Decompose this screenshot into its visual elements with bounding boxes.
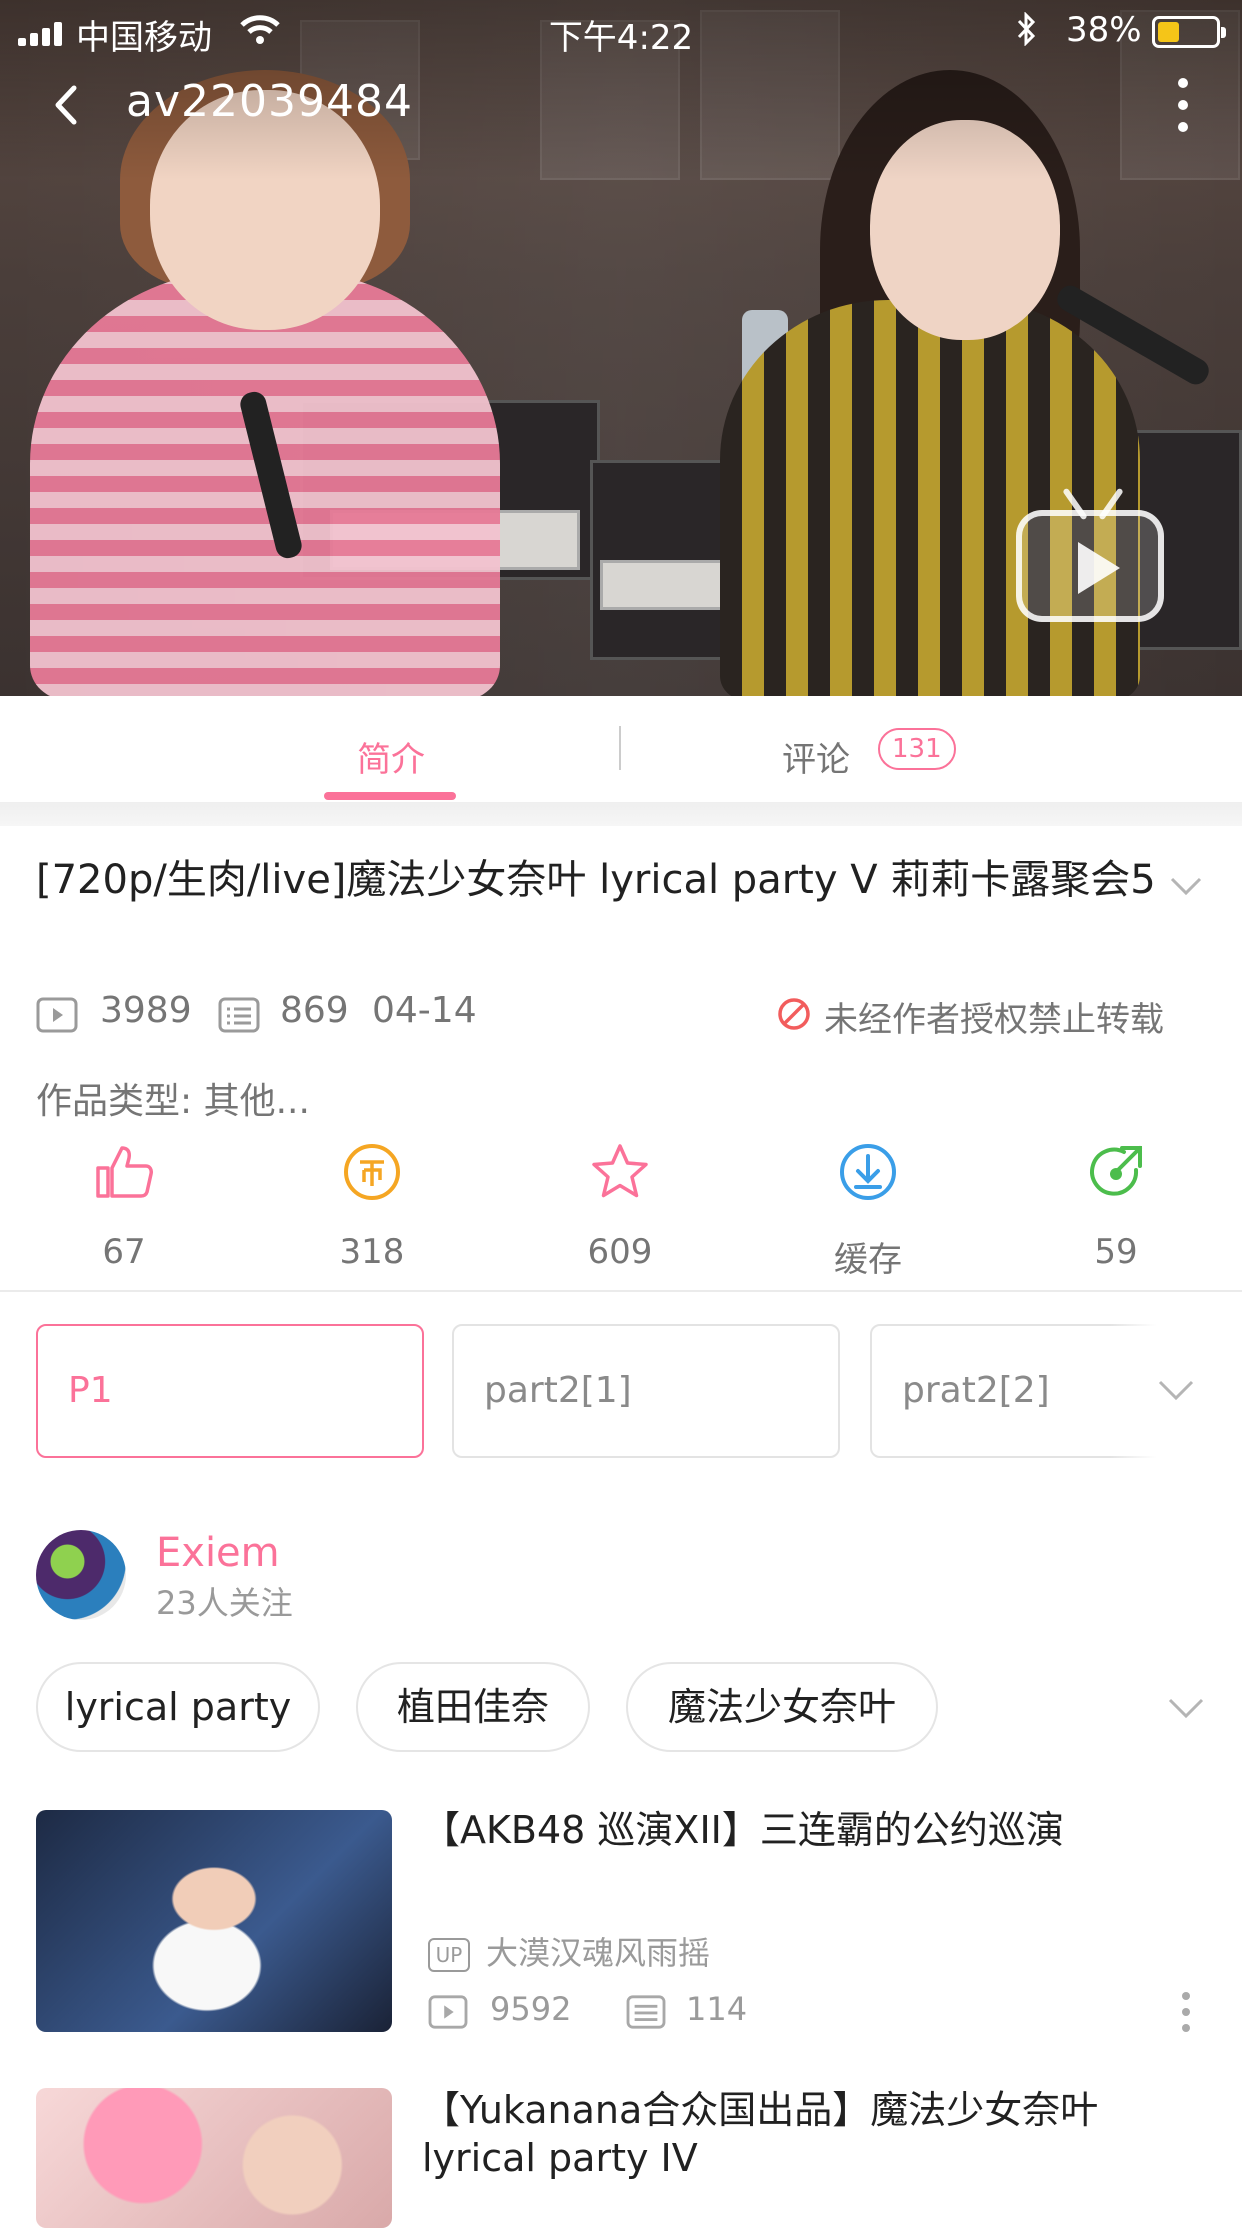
danmaku-icon	[626, 1995, 666, 2029]
performer-right	[720, 300, 1140, 696]
part-item[interactable]: part2[1]	[452, 1324, 840, 1458]
back-arrow-icon	[55, 85, 77, 125]
video-title: [720p/生肉/live]魔法少女奈叶 lyrical party V 莉莉卡…	[36, 857, 1156, 903]
play-button[interactable]	[1016, 510, 1164, 622]
more-dot-icon	[1178, 78, 1188, 88]
video-player-cover[interactable]: 中国移动 下午4:22 38% av22039484	[0, 0, 1242, 696]
download-icon	[840, 1144, 896, 1200]
danmaku-count-value: 869	[280, 990, 349, 1031]
recommended-title[interactable]: 【Yukanana合众国出品】魔法少女奈叶 lyrical party IV	[422, 2086, 1202, 2182]
tab-comments[interactable]: 评论	[782, 732, 850, 781]
battery-level	[1158, 22, 1179, 42]
no-repost-text: 未经作者授权禁止转载	[824, 1000, 1164, 1040]
chevron-down-icon	[1170, 877, 1202, 896]
recommended-more-button[interactable]	[1182, 1990, 1194, 2034]
tv-play-icon	[1078, 542, 1120, 594]
recommended-uploader-name: 大漠汉魂风雨摇	[486, 1934, 711, 1972]
uploader-avatar[interactable]	[36, 1530, 126, 1620]
like-count: 67	[102, 1232, 146, 1272]
expand-description-button[interactable]	[1168, 868, 1204, 904]
danmaku-icon	[218, 997, 260, 1033]
prohibited-icon	[778, 998, 810, 1030]
uploader-followers: 23人关注	[156, 1584, 293, 1622]
play-count-icon	[36, 997, 78, 1033]
bluetooth-icon	[1017, 12, 1036, 46]
up-badge-icon: UP	[428, 1938, 470, 1972]
clock: 下午4:22	[548, 18, 694, 58]
recommended-danmaku-count: 114	[686, 1990, 748, 2028]
share-icon	[1090, 1146, 1142, 1196]
coin-icon	[344, 1144, 400, 1200]
share-count: 59	[1094, 1232, 1138, 1272]
chevron-down-icon	[1158, 1380, 1194, 1401]
part-item[interactable]: P1	[36, 1324, 424, 1458]
more-dot-icon	[1182, 1992, 1190, 2000]
play-count-icon	[428, 1995, 468, 2029]
expand-tags-button[interactable]	[1166, 1690, 1206, 1726]
chevron-down-icon	[1168, 1698, 1204, 1719]
favorite-button[interactable]: 609	[540, 1140, 700, 1272]
section-divider	[0, 802, 1242, 826]
coin-count: 318	[339, 1232, 405, 1272]
recommended-thumbnail[interactable]	[36, 1810, 392, 2032]
video-category: 作品类型: 其他...	[36, 1081, 310, 1122]
tag-chip[interactable]: 植田佳奈	[356, 1662, 590, 1752]
more-dot-icon	[1182, 2024, 1190, 2032]
recommended-thumbnail[interactable]	[36, 2088, 392, 2228]
more-dot-icon	[1178, 100, 1188, 110]
section-divider	[0, 1290, 1242, 1292]
back-button[interactable]	[44, 70, 100, 140]
like-button[interactable]: 67	[44, 1140, 204, 1272]
uploader-name[interactable]: Exiem	[156, 1530, 280, 1576]
active-tab-indicator	[324, 792, 456, 800]
favorite-count: 609	[587, 1232, 653, 1272]
status-bar: 中国移动 下午4:22 38%	[0, 0, 1242, 64]
tag-chip[interactable]: 魔法少女奈叶	[626, 1662, 938, 1752]
recommended-title[interactable]: 【AKB48 巡演XII】三连霸的公约巡演	[422, 1806, 1202, 1854]
star-icon	[592, 1144, 648, 1198]
cache-label: 缓存	[834, 1240, 902, 1280]
more-dot-icon	[1178, 122, 1188, 132]
play-count-value: 3989	[100, 990, 192, 1031]
coin-button[interactable]: 318	[292, 1140, 452, 1272]
publish-date: 04-14	[372, 990, 477, 1031]
recommended-play-count: 9592	[490, 1990, 572, 2028]
battery-icon	[1152, 16, 1226, 48]
battery-percent: 38%	[1066, 10, 1142, 50]
share-button[interactable]: 59	[1036, 1140, 1196, 1272]
more-menu-button[interactable]	[1168, 78, 1198, 134]
tag-chip[interactable]: lyrical party	[36, 1662, 320, 1752]
action-bar: 67 318 609 缓存 59	[0, 1140, 1242, 1290]
comments-count-badge: 131	[878, 728, 956, 770]
tab-divider	[619, 726, 621, 770]
expand-parts-button[interactable]	[1156, 1372, 1196, 1408]
tab-intro[interactable]: 简介	[324, 732, 458, 781]
cache-button[interactable]: 缓存	[788, 1140, 948, 1281]
more-dot-icon	[1182, 2008, 1190, 2016]
page-title: av22039484	[126, 76, 413, 127]
recommended-stats: 9592 114	[428, 1990, 828, 2034]
recommended-uploader: UP 大漠汉魂风雨摇	[428, 1928, 710, 1974]
tab-bar: 简介 评论 131	[0, 696, 1242, 802]
thumbs-up-icon	[96, 1146, 153, 1198]
